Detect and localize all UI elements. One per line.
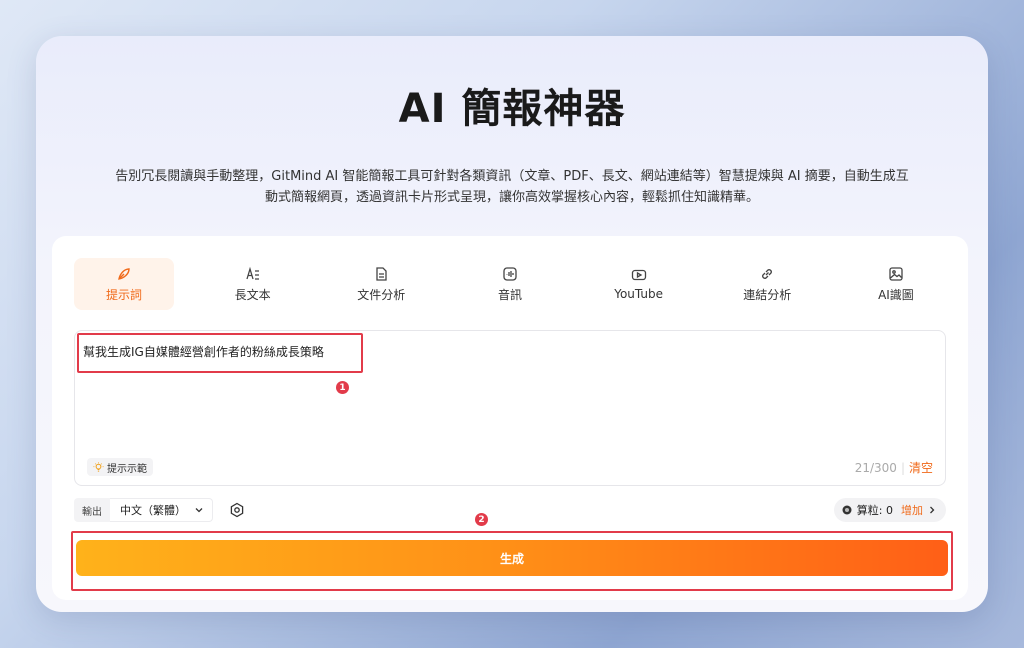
tab-prompt[interactable]: 提示詞 <box>74 258 174 310</box>
chevron-down-icon <box>195 508 203 513</box>
credit-coin-icon <box>842 505 852 515</box>
tab-label: AI識圖 <box>878 287 914 302</box>
prompt-input-value: 幫我生成IG自媒體經營創作者的粉絲成長策略 <box>83 345 324 359</box>
page-description: 告別冗長閱讀與手動整理，GitMind AI 智能簡報工具可針對各類資訊（文章、… <box>115 169 909 205</box>
page-title: AI 簡報神器 <box>398 86 626 132</box>
generate-button[interactable]: 生成 <box>76 540 948 576</box>
tab-audio[interactable]: 音訊 <box>460 258 560 310</box>
credits-balance: 算粒: 0 <box>856 504 893 517</box>
tab-document-analysis[interactable]: 文件分析 <box>331 258 431 310</box>
tab-label: YouTube <box>614 287 664 301</box>
tab-label: 音訊 <box>497 287 522 302</box>
feather-icon <box>118 267 130 280</box>
youtube-icon <box>631 269 646 281</box>
output-language-select[interactable]: 中文（繁體） <box>110 498 213 522</box>
tab-label: 連結分析 <box>743 287 792 302</box>
tab-label: 提示詞 <box>105 287 142 302</box>
char-count: 21/300 <box>854 461 897 475</box>
prompt-example-label: 提示示範 <box>107 463 147 475</box>
lightbulb-icon <box>93 462 104 472</box>
tab-link-analysis[interactable]: 連結分析 <box>717 258 817 310</box>
annotation-badge-2: 2 <box>475 513 488 526</box>
text-lines-icon <box>246 266 259 280</box>
image-icon <box>889 266 903 281</box>
tab-label: 長文本 <box>234 287 271 302</box>
output-label: 輸出 <box>74 498 110 522</box>
character-counter: 21/300 | 清空 <box>854 461 933 475</box>
credits-pill[interactable]: 算粒: 0 增加 <box>833 498 946 522</box>
audio-icon <box>503 266 517 281</box>
input-type-tabs: 提示詞 長文本 文件分析 音訊 YouTube 連結分析 AI識圖 <box>74 258 946 310</box>
add-credits-link[interactable]: 增加 <box>901 502 923 518</box>
settings-gear-icon[interactable] <box>229 502 245 518</box>
output-language-row: 輸出 中文（繁體） <box>74 498 245 522</box>
input-panel: 提示詞 長文本 文件分析 音訊 YouTube 連結分析 AI識圖 幫我生成IG… <box>52 236 968 600</box>
link-icon <box>762 268 773 279</box>
tab-youtube[interactable]: YouTube <box>589 258 689 310</box>
chevron-right-icon <box>930 506 935 514</box>
selected-language: 中文（繁體） <box>120 504 186 517</box>
document-icon <box>376 266 387 281</box>
tab-label: 文件分析 <box>357 287 406 302</box>
tab-long-text[interactable]: 長文本 <box>203 258 303 310</box>
annotation-badge-1: 1 <box>336 381 349 394</box>
prompt-textarea[interactable]: 幫我生成IG自媒體經營創作者的粉絲成長策略 1 提示示範 21/300 | 清空 <box>74 330 946 486</box>
tab-ai-image[interactable]: AI識圖 <box>846 258 946 310</box>
prompt-example-button[interactable]: 提示示範 <box>87 458 153 476</box>
clear-button[interactable]: 清空 <box>909 461 933 475</box>
annotation-highlight-2: 生成 <box>71 531 953 591</box>
